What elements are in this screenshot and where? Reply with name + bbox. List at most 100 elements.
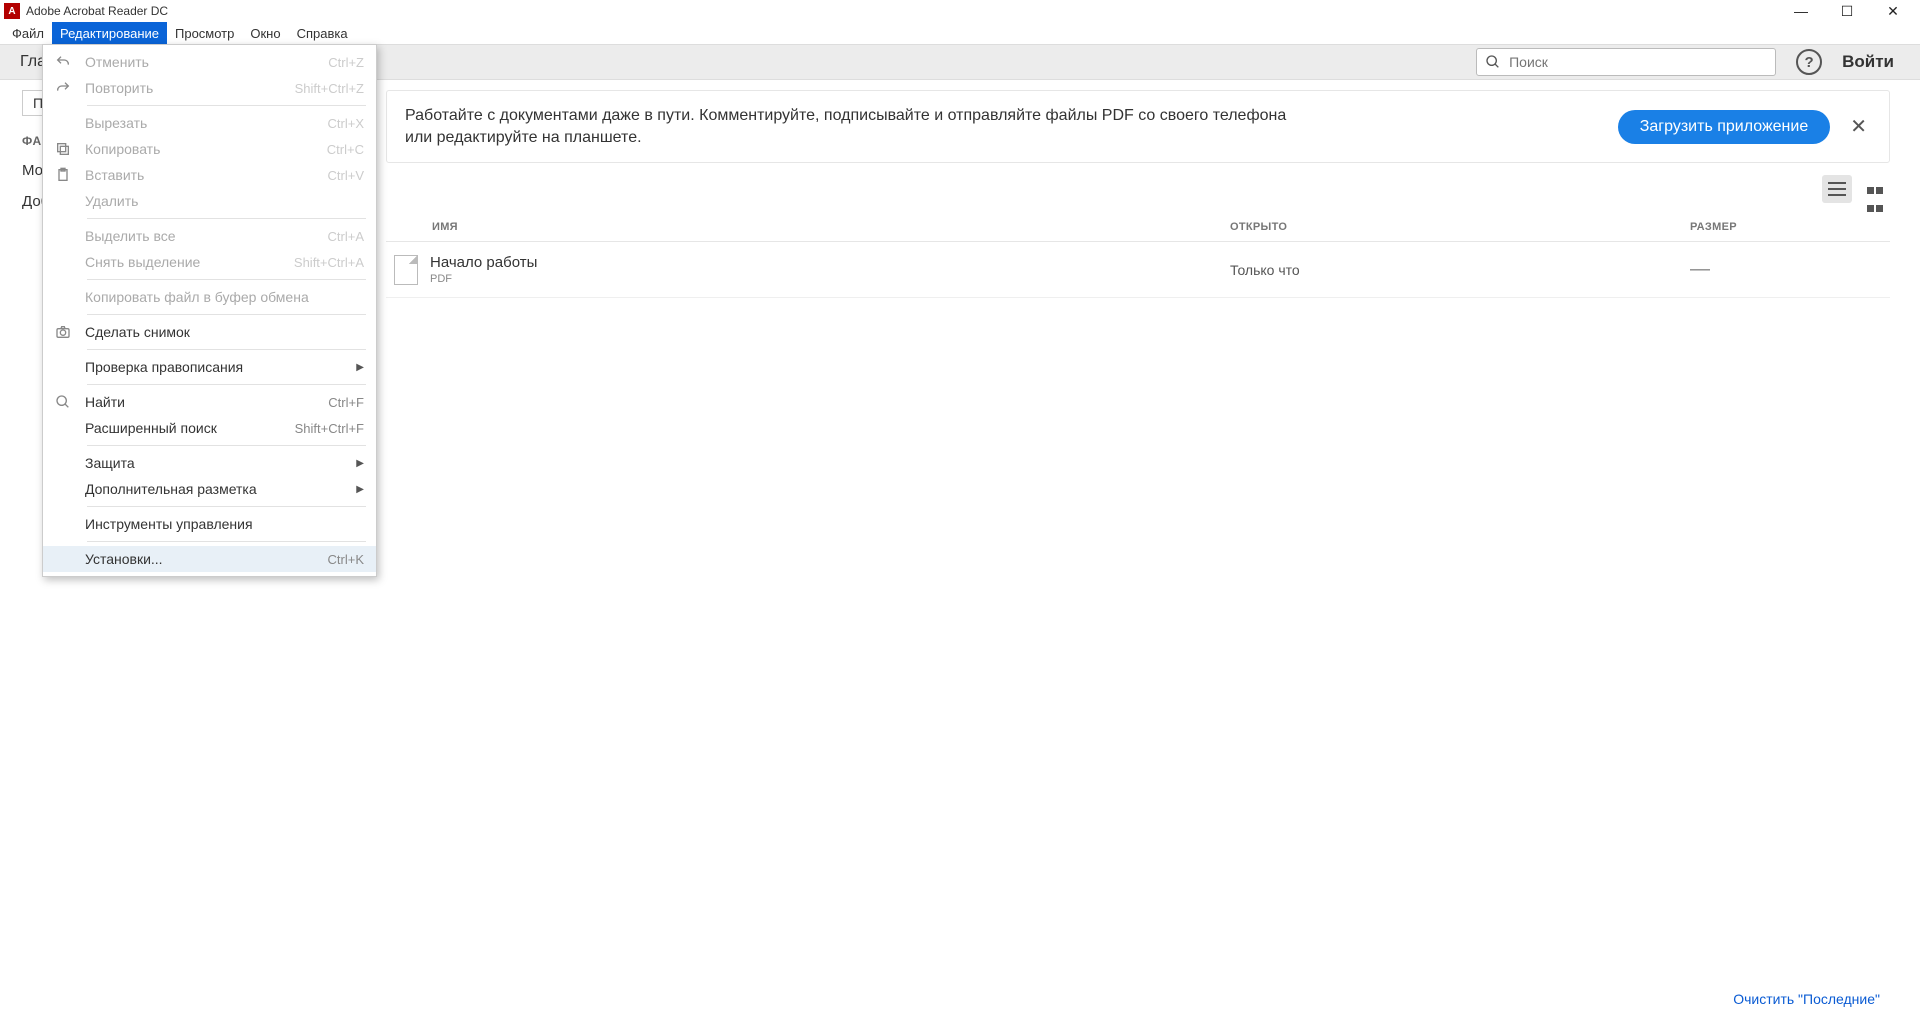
menu-item-shortcut: Ctrl+A [328, 229, 364, 244]
file-opened: Только что [1230, 262, 1690, 278]
copy-icon [55, 141, 85, 157]
minimize-button[interactable]: — [1778, 0, 1824, 22]
search-icon [55, 394, 85, 410]
list-view-button[interactable] [1822, 175, 1852, 203]
redo-icon [55, 80, 85, 96]
file-name: Начало работы [430, 254, 1230, 271]
titlebar: A Adobe Acrobat Reader DC — ☐ ✕ [0, 0, 1920, 22]
menu-edit[interactable]: Редактирование [52, 22, 167, 44]
menu-item-1: ПовторитьShift+Ctrl+Z [43, 75, 376, 101]
menu-item-shortcut: Ctrl+C [327, 142, 364, 157]
menu-separator [87, 384, 366, 385]
menu-separator [87, 105, 366, 106]
search-icon [1485, 54, 1501, 70]
menu-file[interactable]: Файл [4, 22, 52, 44]
menubar: Файл Редактирование Просмотр Окно Справк… [0, 22, 1920, 44]
download-app-button[interactable]: Загрузить приложение [1618, 110, 1831, 144]
col-name-header[interactable]: ИМЯ [386, 221, 1230, 233]
submenu-arrow-icon: ▶ [356, 484, 364, 495]
content: Работайте с документами даже в пути. Ком… [376, 80, 1920, 1029]
menu-item-6: Удалить [43, 188, 376, 214]
col-size-header[interactable]: РАЗМЕР [1690, 221, 1890, 233]
menu-item-label: Вставить [85, 167, 328, 183]
menu-item-shortcut: Ctrl+K [328, 552, 364, 567]
menu-item-label: Повторить [85, 80, 295, 96]
menu-item-18[interactable]: Расширенный поискShift+Ctrl+F [43, 415, 376, 441]
app-logo-icon: A [4, 3, 20, 19]
menu-item-15[interactable]: Проверка правописания ▶ [43, 354, 376, 380]
menu-item-shortcut: Ctrl+V [328, 168, 364, 183]
menu-item-shortcut: Shift+Ctrl+Z [295, 81, 364, 96]
menu-item-25[interactable]: Установки...Ctrl+K [43, 546, 376, 572]
menu-item-shortcut: Ctrl+F [328, 395, 364, 410]
search-box[interactable] [1476, 48, 1776, 76]
table-header: ИМЯ ОТКРЫТО РАЗМЕР [386, 211, 1890, 242]
menu-separator [87, 314, 366, 315]
menu-item-0: ОтменитьCtrl+Z [43, 49, 376, 75]
table-row[interactable]: Начало работы PDF Только что — [386, 242, 1890, 298]
menu-item-label: Снять выделение [85, 254, 294, 270]
menu-separator [87, 506, 366, 507]
menu-item-11: Копировать файл в буфер обмена [43, 284, 376, 310]
submenu-arrow-icon: ▶ [356, 362, 364, 373]
clear-recent-link[interactable]: Очистить "Последние" [1733, 991, 1880, 1007]
menu-item-17[interactable]: НайтиCtrl+F [43, 389, 376, 415]
promo-text: Работайте с документами даже в пути. Ком… [405, 105, 1286, 148]
submenu-arrow-icon: ▶ [356, 458, 364, 469]
edit-menu-dropdown: ОтменитьCtrl+ZПовторитьShift+Ctrl+ZВырез… [42, 44, 377, 577]
menu-view[interactable]: Просмотр [167, 22, 242, 44]
menu-item-shortcut: Shift+Ctrl+F [295, 421, 364, 436]
menu-window[interactable]: Окно [242, 22, 288, 44]
menu-item-5: ВставитьCtrl+V [43, 162, 376, 188]
grid-view-button[interactable] [1860, 175, 1890, 203]
close-button[interactable]: ✕ [1870, 0, 1916, 22]
list-header [386, 175, 1890, 203]
search-input[interactable] [1509, 54, 1767, 70]
promo-banner: Работайте с документами даже в пути. Ком… [386, 90, 1890, 163]
file-size: — [1690, 258, 1890, 281]
menu-item-8: Выделить всеCtrl+A [43, 223, 376, 249]
menu-item-label: Проверка правописания [85, 359, 348, 375]
menu-item-label: Отменить [85, 54, 328, 70]
sign-in-button[interactable]: Войти [1842, 52, 1894, 72]
list-icon [1828, 182, 1846, 196]
menu-separator [87, 349, 366, 350]
menu-item-label: Установки... [85, 551, 328, 567]
menu-item-20[interactable]: Защита ▶ [43, 450, 376, 476]
maximize-button[interactable]: ☐ [1824, 0, 1870, 22]
grid-icon [1867, 181, 1883, 197]
menu-item-9: Снять выделениеShift+Ctrl+A [43, 249, 376, 275]
menu-item-label: Копировать файл в буфер обмена [85, 289, 364, 305]
help-button[interactable]: ? [1796, 49, 1822, 75]
menu-separator [87, 541, 366, 542]
camera-icon [55, 324, 85, 340]
menu-item-label: Вырезать [85, 115, 328, 131]
file-type: PDF [430, 273, 1230, 285]
paste-icon [55, 167, 85, 183]
menu-item-3: ВырезатьCtrl+X [43, 110, 376, 136]
menu-item-label: Сделать снимок [85, 324, 364, 340]
menu-item-label: Найти [85, 394, 328, 410]
menu-item-label: Выделить все [85, 228, 328, 244]
menu-item-label: Копировать [85, 141, 327, 157]
menu-separator [87, 445, 366, 446]
menu-item-shortcut: Ctrl+X [328, 116, 364, 131]
menu-item-label: Удалить [85, 193, 364, 209]
menu-item-label: Расширенный поиск [85, 420, 295, 436]
undo-icon [55, 54, 85, 70]
menu-item-label: Инструменты управления [85, 516, 364, 532]
menu-item-shortcut: Shift+Ctrl+A [294, 255, 364, 270]
menu-separator [87, 218, 366, 219]
menu-item-label: Защита [85, 455, 348, 471]
file-icon [394, 255, 418, 285]
menu-item-23[interactable]: Инструменты управления [43, 511, 376, 537]
menu-item-21[interactable]: Дополнительная разметка ▶ [43, 476, 376, 502]
menu-item-label: Дополнительная разметка [85, 481, 348, 497]
menu-separator [87, 279, 366, 280]
menu-item-13[interactable]: Сделать снимок [43, 319, 376, 345]
menu-item-4: КопироватьCtrl+C [43, 136, 376, 162]
menu-item-shortcut: Ctrl+Z [328, 55, 364, 70]
col-opened-header[interactable]: ОТКРЫТО [1230, 221, 1690, 233]
promo-close-button[interactable]: ✕ [1846, 110, 1871, 143]
menu-help[interactable]: Справка [289, 22, 356, 44]
